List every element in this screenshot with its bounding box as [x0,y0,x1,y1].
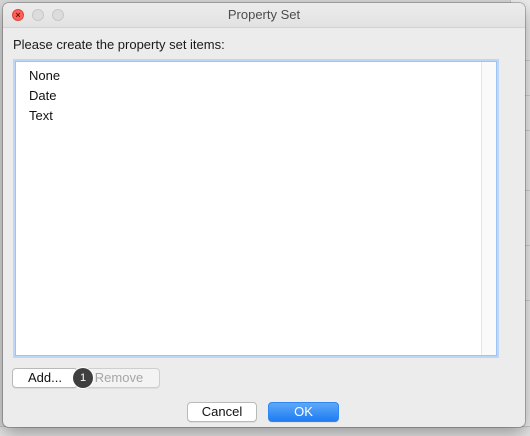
property-set-items-list[interactable]: None Date Text [15,61,497,356]
list-scrollbar[interactable] [481,62,496,355]
step-number-badge: 1 [73,368,93,388]
list-item[interactable]: None [29,68,60,83]
property-set-dialog: × Property Set Please create the propert… [3,3,525,427]
ok-button[interactable]: OK [268,402,339,422]
window-title: Property Set [227,7,301,22]
add-button[interactable]: Add... [12,368,78,388]
cancel-button[interactable]: Cancel [187,402,257,422]
title-bar: × Property Set [3,3,525,28]
list-item[interactable]: Text [29,108,53,123]
list-item[interactable]: Date [29,88,56,103]
instruction-label: Please create the property set items: [13,37,225,52]
